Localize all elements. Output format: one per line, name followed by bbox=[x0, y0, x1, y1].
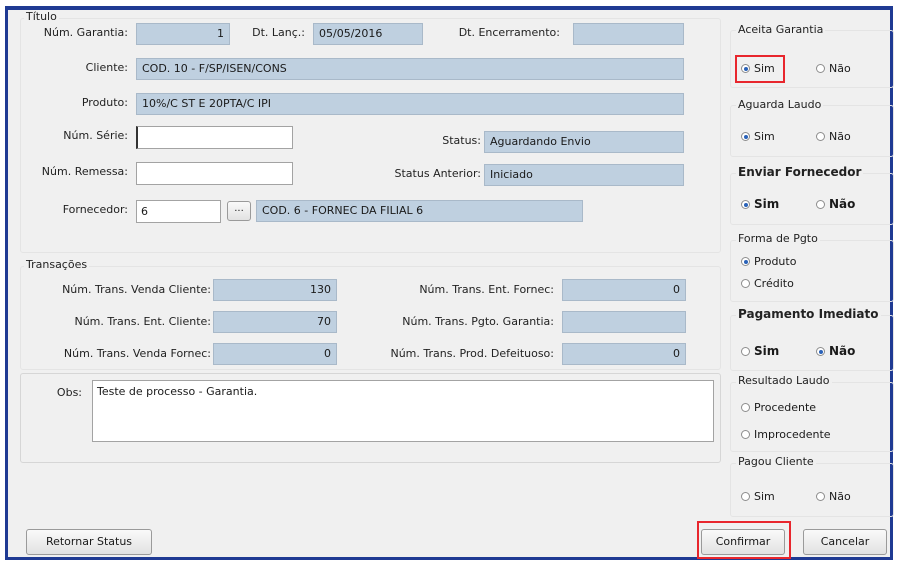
radio-icon bbox=[741, 347, 750, 356]
pagamento-imediato-nao-label: Não bbox=[829, 344, 856, 358]
status-label: Status: bbox=[442, 134, 481, 147]
trans-ent-cliente-label: Núm. Trans. Ent. Cliente: bbox=[74, 315, 211, 328]
pagou-cliente-sim-label: Sim bbox=[754, 490, 775, 503]
trans-venda-fornec-field: 0 bbox=[213, 343, 337, 365]
obs-textarea[interactable]: Teste de processo - Garantia. bbox=[92, 380, 714, 442]
pagamento-imediato-title: Pagamento Imediato bbox=[736, 307, 881, 321]
num-serie-input[interactable] bbox=[136, 126, 293, 149]
radio-icon bbox=[816, 132, 825, 141]
forma-pgto-group bbox=[730, 240, 894, 302]
resultado-laudo-improcedente-radio[interactable]: Improcedente bbox=[741, 428, 831, 441]
enviar-fornecedor-title: Enviar Fornecedor bbox=[736, 165, 864, 179]
trans-pgto-garantia-field bbox=[562, 311, 686, 333]
aceita-garantia-title: Aceita Garantia bbox=[736, 23, 826, 36]
fornecedor-label: Fornecedor: bbox=[62, 203, 128, 216]
forma-pgto-credito-label: Crédito bbox=[754, 277, 794, 290]
trans-venda-fornec-label: Núm. Trans. Venda Fornec: bbox=[63, 347, 211, 360]
cliente-label: Cliente: bbox=[85, 61, 128, 74]
cliente-field: COD. 10 - F/SP/ISEN/CONS bbox=[136, 58, 684, 80]
status-anterior-label: Status Anterior: bbox=[394, 167, 481, 180]
radio-icon bbox=[816, 64, 825, 73]
dt-encerramento-field bbox=[573, 23, 684, 45]
radio-selected-icon bbox=[741, 132, 750, 141]
pagou-cliente-title: Pagou Cliente bbox=[736, 455, 816, 468]
trans-pgto-garantia-label: Núm. Trans. Pgto. Garantia: bbox=[402, 315, 554, 328]
fornecedor-name-field: COD. 6 - FORNEC DA FILIAL 6 bbox=[256, 200, 583, 222]
aceita-garantia-nao-label: Não bbox=[829, 62, 851, 75]
radio-icon bbox=[741, 430, 750, 439]
radio-icon bbox=[816, 492, 825, 501]
garantia-window: Título Núm. Garantia: 1 Dt. Lanç.: 05/05… bbox=[5, 6, 894, 560]
aceita-garantia-nao-radio[interactable]: Não bbox=[816, 62, 851, 75]
dt-lanc-field: 05/05/2016 bbox=[313, 23, 423, 45]
enviar-fornecedor-nao-label: Não bbox=[829, 197, 856, 211]
status-anterior-field: Iniciado bbox=[484, 164, 684, 186]
aguarda-laudo-sim-label: Sim bbox=[754, 130, 775, 143]
fornecedor-code-input[interactable]: 6 bbox=[136, 200, 221, 223]
radio-selected-icon bbox=[741, 257, 750, 266]
titulo-group-title: Título bbox=[24, 10, 59, 23]
aguarda-laudo-sim-radio[interactable]: Sim bbox=[741, 130, 775, 143]
radio-selected-icon bbox=[741, 200, 750, 209]
forma-pgto-produto-label: Produto bbox=[754, 255, 797, 268]
produto-label: Produto: bbox=[81, 96, 128, 109]
trans-venda-cliente-field: 130 bbox=[213, 279, 337, 301]
forma-pgto-produto-radio[interactable]: Produto bbox=[741, 255, 796, 268]
resultado-laudo-procedente-label: Procedente bbox=[754, 401, 817, 414]
num-garantia-label: Núm. Garantia: bbox=[43, 26, 128, 39]
confirmar-highlight bbox=[697, 521, 791, 559]
radio-icon bbox=[741, 403, 750, 412]
trans-venda-cliente-label: Núm. Trans. Venda Cliente: bbox=[62, 283, 211, 296]
retornar-status-button[interactable]: Retornar Status bbox=[26, 529, 152, 555]
enviar-fornecedor-sim-radio[interactable]: Sim bbox=[741, 197, 779, 211]
pagamento-imediato-nao-radio[interactable]: Não bbox=[816, 344, 855, 358]
enviar-fornecedor-sim-label: Sim bbox=[754, 197, 780, 211]
cancelar-button[interactable]: Cancelar bbox=[803, 529, 887, 555]
forma-pgto-title: Forma de Pgto bbox=[736, 232, 820, 245]
fornecedor-lookup-button[interactable]: ... bbox=[227, 201, 251, 221]
radio-icon bbox=[741, 279, 750, 288]
enviar-fornecedor-nao-radio[interactable]: Não bbox=[816, 197, 855, 211]
pagamento-imediato-sim-label: Sim bbox=[754, 344, 780, 358]
trans-ent-fornec-field: 0 bbox=[562, 279, 686, 301]
trans-ent-cliente-field: 70 bbox=[213, 311, 337, 333]
aceita-garantia-highlight bbox=[735, 55, 785, 83]
pagamento-imediato-group bbox=[730, 315, 894, 371]
resultado-laudo-group bbox=[730, 382, 894, 452]
pagou-cliente-sim-radio[interactable]: Sim bbox=[741, 490, 775, 503]
num-remessa-label: Núm. Remessa: bbox=[41, 165, 128, 178]
dt-encerramento-label: Dt. Encerramento: bbox=[458, 26, 560, 39]
resultado-laudo-title: Resultado Laudo bbox=[736, 374, 832, 387]
trans-ent-fornec-label: Núm. Trans. Ent. Fornec: bbox=[419, 283, 554, 296]
radio-icon bbox=[741, 492, 750, 501]
aguarda-laudo-title: Aguarda Laudo bbox=[736, 98, 824, 111]
produto-field: 10%/C ST E 20PTA/C IPI bbox=[136, 93, 684, 115]
status-field: Aguardando Envio bbox=[484, 131, 684, 153]
transacoes-group-title: Transações bbox=[24, 258, 90, 271]
num-remessa-input[interactable] bbox=[136, 162, 293, 185]
pagamento-imediato-sim-radio[interactable]: Sim bbox=[741, 344, 779, 358]
radio-icon bbox=[816, 200, 825, 209]
dt-lanc-label: Dt. Lanç.: bbox=[252, 26, 305, 39]
trans-prod-defeituoso-label: Núm. Trans. Prod. Defeituoso: bbox=[390, 347, 554, 360]
obs-label: Obs: bbox=[56, 386, 82, 399]
forma-pgto-credito-radio[interactable]: Crédito bbox=[741, 277, 794, 290]
resultado-laudo-improcedente-label: Improcedente bbox=[754, 428, 831, 441]
radio-selected-icon bbox=[816, 347, 825, 356]
num-serie-label: Núm. Série: bbox=[63, 129, 128, 142]
trans-prod-defeituoso-field: 0 bbox=[562, 343, 686, 365]
aguarda-laudo-nao-radio[interactable]: Não bbox=[816, 130, 851, 143]
aguarda-laudo-nao-label: Não bbox=[829, 130, 851, 143]
pagou-cliente-nao-label: Não bbox=[829, 490, 851, 503]
resultado-laudo-procedente-radio[interactable]: Procedente bbox=[741, 401, 816, 414]
num-garantia-field: 1 bbox=[136, 23, 230, 45]
pagou-cliente-nao-radio[interactable]: Não bbox=[816, 490, 851, 503]
